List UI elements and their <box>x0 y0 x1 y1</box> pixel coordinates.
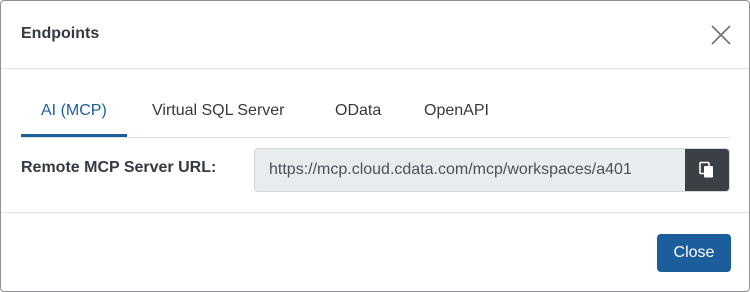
tab-openapi[interactable]: OpenAPI <box>404 87 509 135</box>
tab-ai-mcp[interactable]: AI (MCP) <box>21 87 127 137</box>
copy-icon <box>699 161 713 178</box>
dialog-header: Endpoints <box>1 1 749 69</box>
remote-mcp-url-field[interactable]: https://mcp.cloud.cdata.com/mcp/workspac… <box>254 148 730 192</box>
tab-virtual-sql-server[interactable]: Virtual SQL Server <box>132 87 305 135</box>
close-button[interactable]: Close <box>657 234 731 272</box>
remote-mcp-url-label: Remote MCP Server URL: <box>21 159 217 176</box>
close-icon[interactable] <box>709 23 733 47</box>
dialog-title: Endpoints <box>21 25 100 42</box>
endpoint-tabs: AI (MCP) Virtual SQL Server OData OpenAP… <box>21 87 730 138</box>
endpoints-dialog: Endpoints AI (MCP) Virtual SQL Server OD… <box>0 0 750 292</box>
tab-odata[interactable]: OData <box>315 87 401 135</box>
footer-divider <box>1 212 749 213</box>
copy-url-button[interactable] <box>685 149 729 191</box>
remote-mcp-url-value[interactable]: https://mcp.cloud.cdata.com/mcp/workspac… <box>269 149 632 191</box>
